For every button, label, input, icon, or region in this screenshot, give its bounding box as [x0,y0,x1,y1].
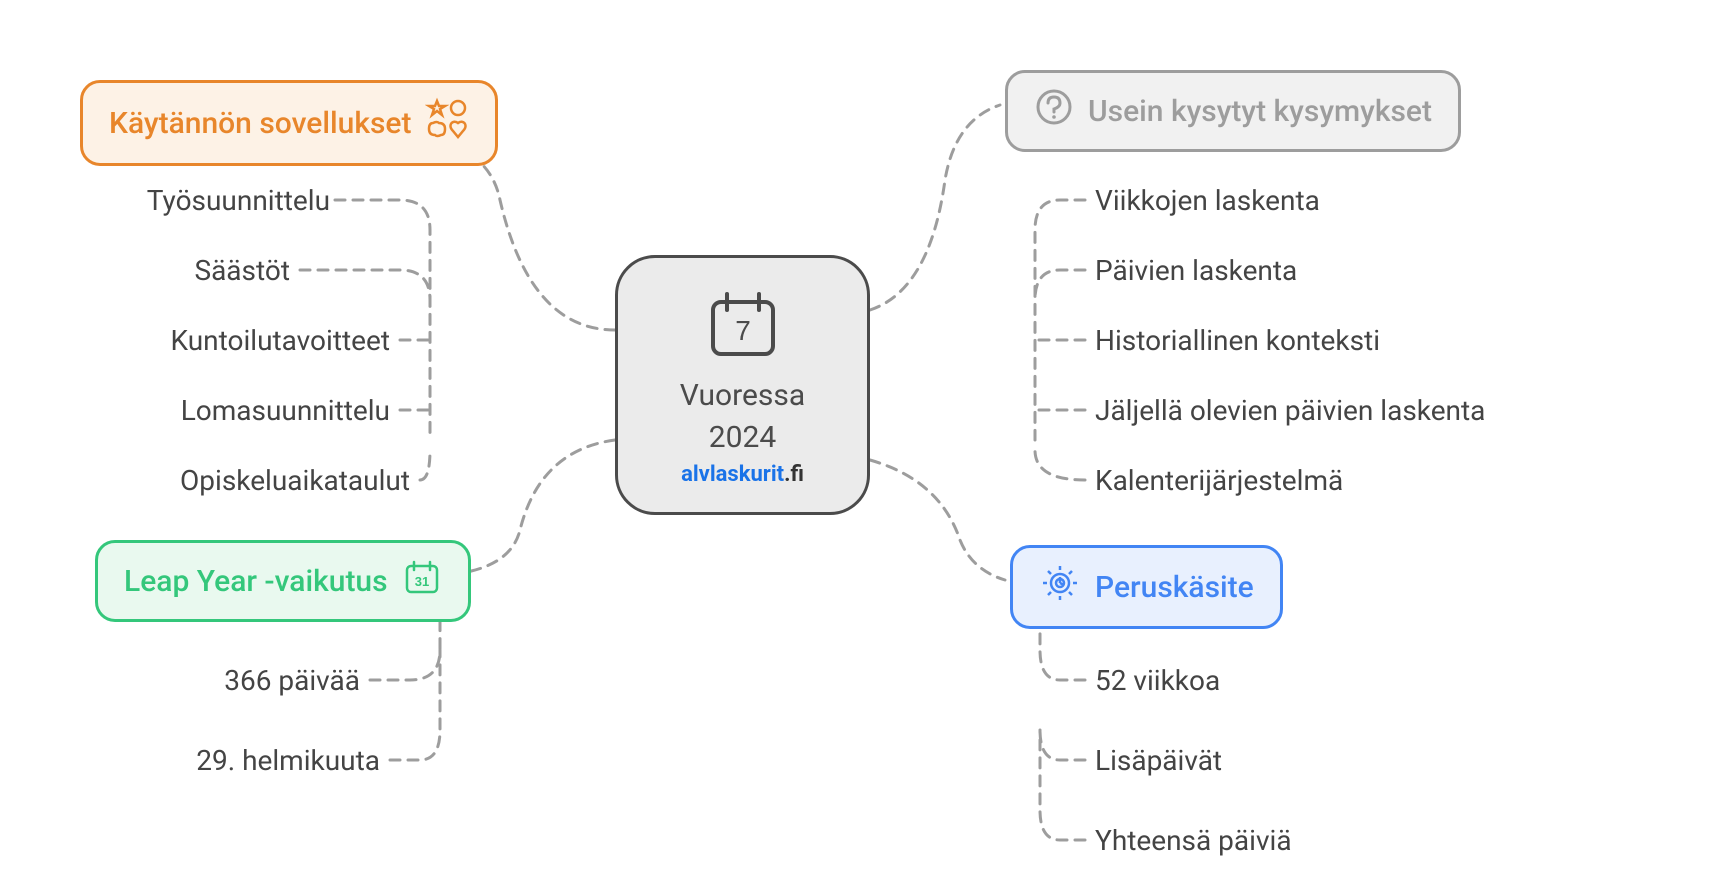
shapes-icon [425,97,469,149]
leaf-concept-1: Lisäpäivät [1095,744,1222,777]
branch-faq-label: Usein kysytyt kysymykset [1088,94,1432,129]
leaf-leapyear-1: 29. helmikuuta [150,744,380,777]
leaf-faq-3: Jäljellä olevien päivien laskenta [1095,394,1485,427]
branch-practical-label: Käytännön sovellukset [109,106,411,141]
question-icon [1034,87,1074,135]
center-title-line1: Vuoressa [680,378,805,414]
svg-text:31: 31 [414,574,428,589]
center-domain-part2: .fi [784,462,804,487]
leaf-faq-4: Kalenterijärjestelmä [1095,464,1343,497]
leaf-practical-0: Työsuunnittelu [130,184,330,217]
mindmap-canvas: 7 Vuoressa 2024 alvlaskurit.fi Käytännön… [0,0,1730,890]
gear-icon [1039,562,1081,612]
leaf-practical-2: Kuntoilutavoitteet [100,324,390,357]
leaf-concept-2: Yhteensä päiviä [1095,824,1292,857]
leaf-practical-4: Opiskeluaikataulut [90,464,410,497]
svg-text:7: 7 [735,315,751,346]
leaf-concept-0: 52 viikkoa [1095,664,1220,697]
leaf-faq-2: Historiallinen konteksti [1095,324,1380,357]
leaf-faq-1: Päivien laskenta [1095,254,1297,287]
branch-concept-label: Peruskäsite [1095,570,1254,605]
leaf-leapyear-0: 366 päivää [180,664,360,697]
calendar-31-icon: 31 [402,557,442,605]
center-node: 7 Vuoressa 2024 alvlaskurit.fi [615,255,870,515]
center-title-line2: 2024 [709,420,776,456]
branch-concept[interactable]: Peruskäsite [1010,545,1283,629]
branch-practical[interactable]: Käytännön sovellukset [80,80,498,166]
branch-leapyear[interactable]: Leap Year -vaikutus 31 [95,540,471,622]
leaf-practical-1: Säästöt [130,254,290,287]
leaf-faq-0: Viikkojen laskenta [1095,184,1320,217]
leaf-practical-3: Lomasuunnittelu [110,394,390,427]
center-domain: alvlaskurit.fi [681,462,804,487]
center-domain-part1: alvlaskurit [681,462,784,487]
branch-faq[interactable]: Usein kysytyt kysymykset [1005,70,1461,152]
branch-leapyear-label: Leap Year -vaikutus [124,564,388,599]
calendar-7-icon: 7 [703,284,783,368]
